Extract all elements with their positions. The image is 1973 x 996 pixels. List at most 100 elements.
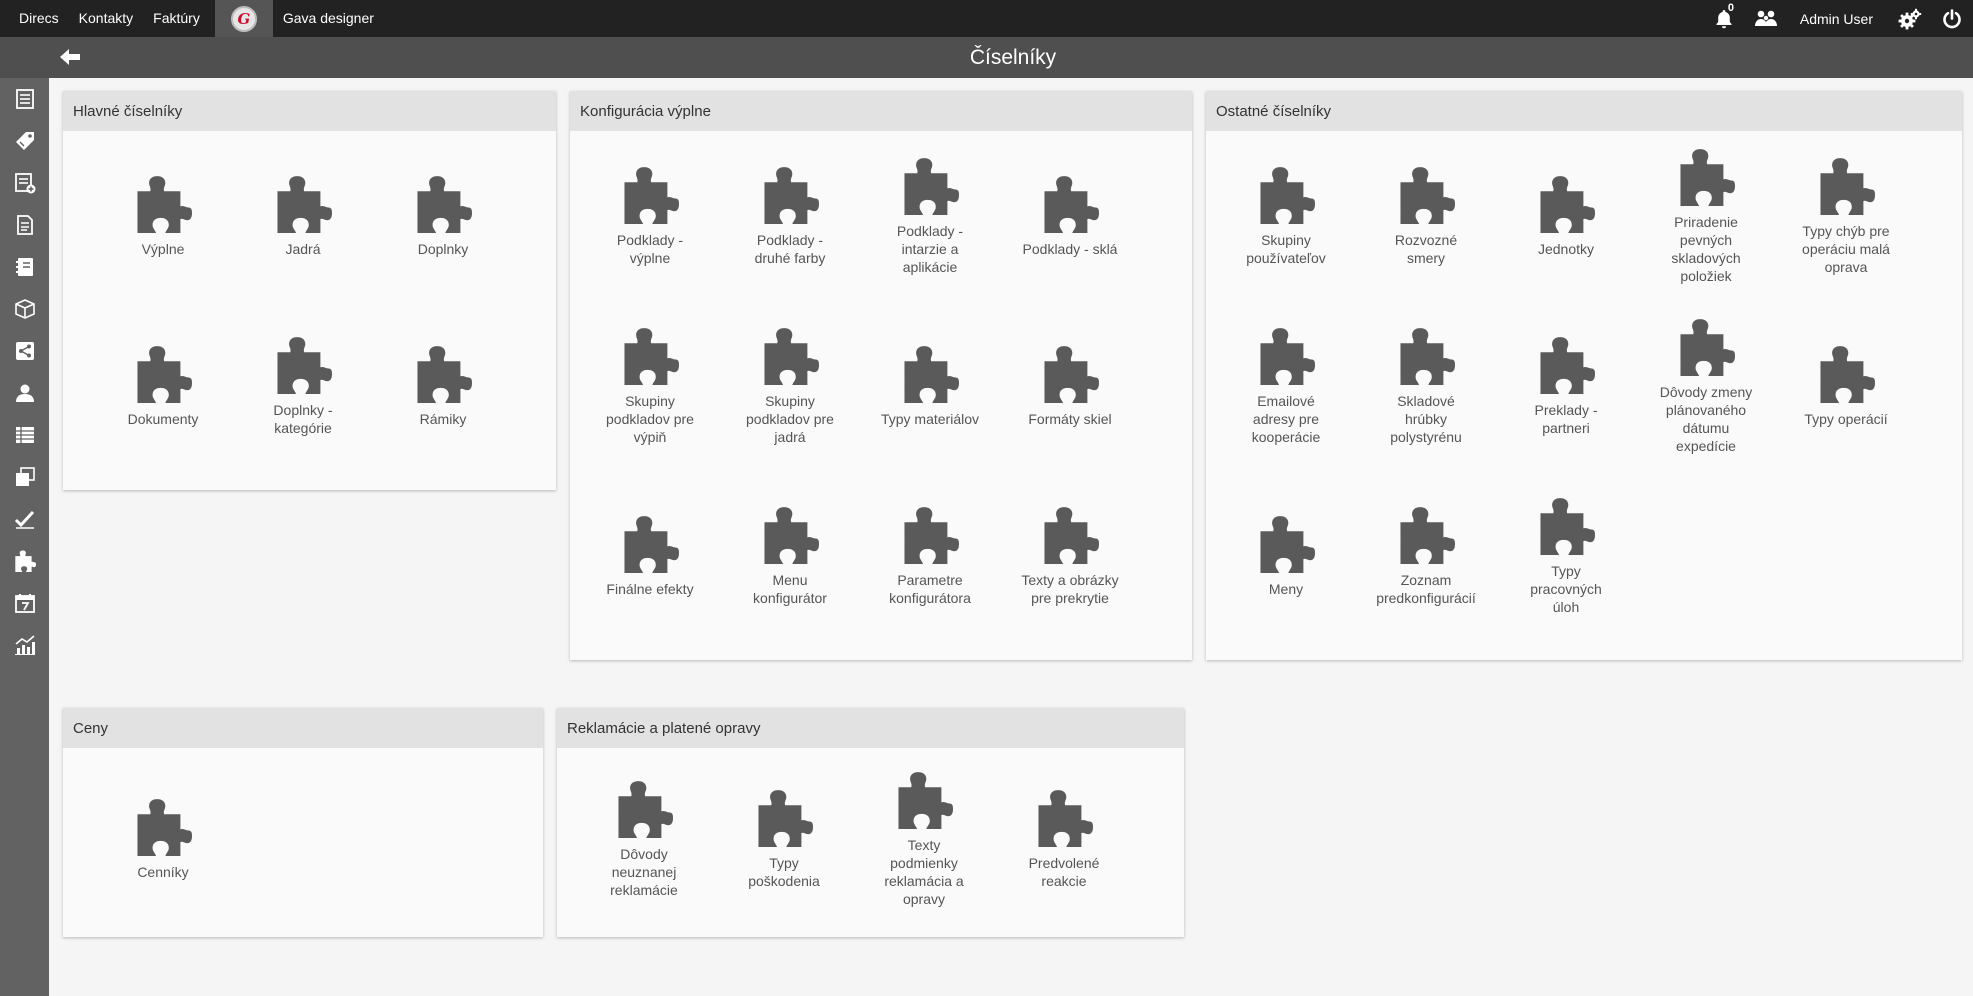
- list-icon: [15, 89, 34, 109]
- tile-finalne-efekty[interactable]: Finálne efekty: [580, 471, 720, 641]
- puzzle-icon: [1540, 497, 1595, 555]
- tile-label: Rozvozné smery: [1394, 231, 1458, 266]
- puzzle-icon: [137, 798, 192, 856]
- sidebar-item-stats[interactable]: [0, 624, 49, 666]
- tile-dokumenty[interactable]: Dokumenty: [93, 301, 233, 471]
- nav-link-invoices[interactable]: Faktúry: [143, 0, 210, 37]
- top-nav-left: Direcs Kontakty Faktúry G Gava designer: [0, 0, 384, 37]
- nav-link-contacts[interactable]: Kontakty: [69, 0, 143, 37]
- panel-title: Konfigurácia výplne: [570, 91, 1192, 131]
- nav-link-directs[interactable]: Direcs: [0, 0, 69, 37]
- app-logo[interactable]: G: [214, 0, 273, 37]
- tile-label: Dôvody zmeny plánovaného dátumu expedíci…: [1659, 383, 1753, 454]
- tile-skladove-hrubky[interactable]: Skladové hrúbky polystyrénu: [1356, 301, 1496, 471]
- tile-doplnky[interactable]: Doplnky: [373, 131, 513, 301]
- table-icon: [15, 427, 34, 443]
- tile-skupiny-podkladov-jadra[interactable]: Skupiny podkladov pre jadrá: [720, 301, 860, 471]
- tile-predvolene-reakcie[interactable]: Predvolené reakcie: [994, 754, 1134, 924]
- tile-priradenie-skladovych[interactable]: Priradenie pevných skladových položiek: [1636, 131, 1776, 301]
- sidebar: [0, 78, 49, 996]
- tile-vyplne[interactable]: Výplne: [93, 131, 233, 301]
- sidebar-item-table[interactable]: [0, 414, 49, 456]
- sidebar-item-products[interactable]: [0, 288, 49, 330]
- tile-label: Skupiny používateľov: [1246, 231, 1326, 266]
- tile-label: Emailové adresy pre kooperácie: [1251, 392, 1321, 445]
- tile-texty-a-obrazky[interactable]: Texty a obrázky pre prekrytie: [1000, 471, 1140, 641]
- tile-jednotky[interactable]: Jednotky: [1496, 131, 1636, 301]
- users-icon: [1754, 10, 1777, 26]
- tile-label: Typy operácií: [1804, 410, 1888, 427]
- tile-podklady-vyplne[interactable]: Podklady - výplne: [580, 131, 720, 301]
- puzzle-icon: [758, 789, 813, 847]
- check-icon: [14, 510, 34, 529]
- tile-label: Cenníky: [137, 863, 189, 880]
- puzzle-icon: [1820, 345, 1875, 403]
- tile-rozvozne-smery[interactable]: Rozvozné smery: [1356, 131, 1496, 301]
- users-button[interactable]: [1742, 0, 1790, 37]
- tile-skupiny-pouzivatelov[interactable]: Skupiny používateľov: [1216, 131, 1356, 301]
- tile-dovody-neuznanej[interactable]: Dôvody neuznanej reklamácie: [574, 754, 714, 924]
- notifications-button[interactable]: 0: [1706, 0, 1742, 37]
- sidebar-item-documents[interactable]: [0, 204, 49, 246]
- puzzle-icon: [137, 175, 192, 233]
- tile-label: Podklady - sklá: [1022, 240, 1118, 257]
- top-nav-right: 0 Admin User: [1706, 0, 1973, 37]
- tile-jadra[interactable]: Jadrá: [233, 131, 373, 301]
- sidebar-item-notebook[interactable]: [0, 246, 49, 288]
- tile-preklady-partneri[interactable]: Preklady - partneri: [1496, 301, 1636, 471]
- tile-texty-podmienky[interactable]: Texty podmienky reklamácia a opravy: [854, 754, 994, 924]
- tile-doplnky-kategorie[interactable]: Doplnky - kategórie: [233, 301, 373, 471]
- content-area: Hlavné číselníky Výplne Jadrá Doplnky Do…: [49, 78, 1973, 996]
- tile-label: Typy chýb pre operáciu malá oprava: [1802, 222, 1890, 275]
- panel-title: Hlavné číselníky: [63, 91, 556, 131]
- tile-typy-pracovnych-uloh[interactable]: Typy pracovných úloh: [1496, 471, 1636, 641]
- tile-zoznam-predkonfiguracii[interactable]: Zoznam predkonfigurácií: [1356, 471, 1496, 641]
- tile-podklady-druhe-farby[interactable]: Podklady - druhé farby: [720, 131, 860, 301]
- tile-formaty-skiel[interactable]: Formáty skiel: [1000, 301, 1140, 471]
- puzzle-icon: [1260, 327, 1315, 385]
- tile-menu-konfigurator[interactable]: Menu konfigurátor: [720, 471, 860, 641]
- tile-ramiky[interactable]: Rámiky: [373, 301, 513, 471]
- puzzle-icon: [624, 515, 679, 573]
- sidebar-item-calendar[interactable]: [0, 582, 49, 624]
- puzzle-icon: [618, 780, 673, 838]
- logout-button[interactable]: [1931, 0, 1973, 37]
- panel-prices: Ceny Cenníky: [63, 708, 543, 937]
- sidebar-item-list-add[interactable]: [0, 162, 49, 204]
- settings-button[interactable]: [1889, 0, 1931, 37]
- tile-dovody-zmeny-datumu[interactable]: Dôvody zmeny plánovaného dátumu expedíci…: [1636, 301, 1776, 471]
- share-icon: [15, 342, 34, 360]
- sidebar-item-tags[interactable]: [0, 120, 49, 162]
- panel-title: Ostatné číselníky: [1206, 91, 1962, 131]
- tile-label: Doplnky: [417, 240, 469, 257]
- sidebar-item-stack[interactable]: [0, 456, 49, 498]
- sidebar-item-share[interactable]: [0, 330, 49, 372]
- tile-label: Preklady - partneri: [1534, 401, 1598, 436]
- tile-label: Typy poškodenia: [748, 854, 820, 889]
- tile-podklady-skla[interactable]: Podklady - sklá: [1000, 131, 1140, 301]
- puzzle-icon: [137, 345, 192, 403]
- tile-skupiny-podkladov-vypln[interactable]: Skupiny podkladov pre výpiň: [580, 301, 720, 471]
- sidebar-item-codelists[interactable]: [0, 540, 49, 582]
- notifications-count-badge: 0: [1727, 2, 1734, 14]
- puzzle-icon: [904, 345, 959, 403]
- tile-typy-poskodenia[interactable]: Typy poškodenia: [714, 754, 854, 924]
- tile-parametre-konfiguratora[interactable]: Parametre konfigurátora: [860, 471, 1000, 641]
- tile-podklady-intarzie[interactable]: Podklady - intarzie a aplikácie: [860, 131, 1000, 301]
- tile-label: Doplnky - kategórie: [273, 401, 333, 436]
- tile-cenniky[interactable]: Cenníky: [93, 754, 233, 924]
- sidebar-item-tasks[interactable]: [0, 498, 49, 540]
- puzzle-icon: [417, 345, 472, 403]
- tile-typy-operacii[interactable]: Typy operácií: [1776, 301, 1916, 471]
- nav-link-gava-designer[interactable]: Gava designer: [273, 0, 384, 37]
- puzzle-icon: [1820, 157, 1875, 215]
- tile-emailove-adresy[interactable]: Emailové adresy pre kooperácie: [1216, 301, 1356, 471]
- tile-typy-chyb[interactable]: Typy chýb pre operáciu malá oprava: [1776, 131, 1916, 301]
- user-menu[interactable]: Admin User: [1790, 0, 1889, 37]
- sidebar-item-list[interactable]: [0, 78, 49, 120]
- sidebar-item-users[interactable]: [0, 372, 49, 414]
- tile-label: Jadrá: [285, 240, 321, 257]
- tile-label: Podklady - výplne: [616, 231, 684, 266]
- tile-meny[interactable]: Meny: [1216, 471, 1356, 641]
- tile-typy-materialov[interactable]: Typy materiálov: [860, 301, 1000, 471]
